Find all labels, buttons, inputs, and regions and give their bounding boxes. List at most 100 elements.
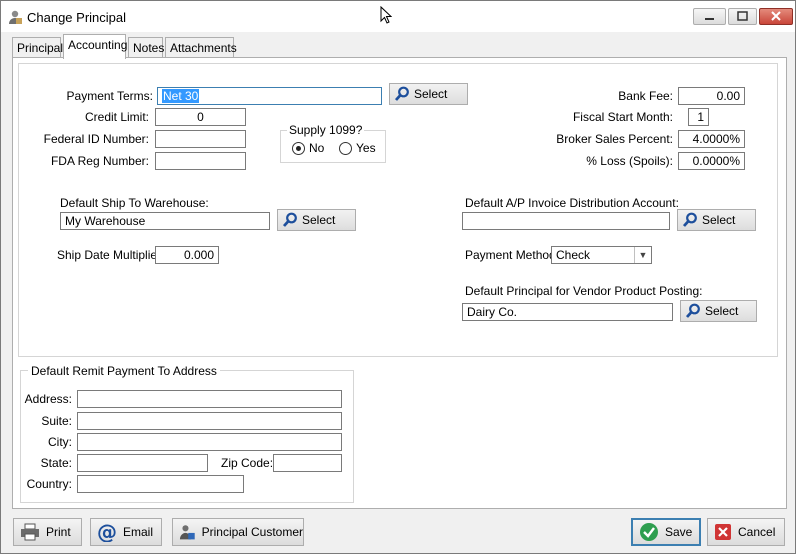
ap-account-label: Default A/P Invoice Distribution Account…: [465, 196, 679, 210]
country-field[interactable]: [77, 475, 244, 493]
vendor-principal-select-button[interactable]: Select: [680, 300, 757, 322]
magnifier-icon: [685, 303, 700, 318]
ship-warehouse-select-label: Select: [302, 213, 336, 227]
ship-warehouse-value: My Warehouse: [65, 214, 146, 228]
close-icon: [771, 11, 781, 21]
ship-multiplier-value: 0.000: [183, 248, 214, 262]
broker-sales-label: Broker Sales Percent:: [556, 132, 673, 146]
vendor-principal-label: Default Principal for Vendor Product Pos…: [465, 284, 703, 298]
mouse-cursor-icon: [380, 6, 392, 24]
principal-customer-button[interactable]: Principal Customer: [172, 518, 304, 546]
vendor-principal-field[interactable]: Dairy Co.: [462, 303, 673, 321]
ship-multiplier-field[interactable]: 0.000: [155, 246, 219, 264]
radio-unchecked-icon: [339, 141, 352, 155]
country-label: Country:: [26, 477, 72, 491]
credit-limit-label: Credit Limit:: [84, 110, 149, 124]
email-at-icon: @: [97, 522, 117, 542]
city-label: City:: [48, 435, 72, 449]
supply-1099-no-label: No: [309, 141, 325, 155]
supply-1099-yes-radio[interactable]: Yes: [339, 141, 376, 155]
ap-account-select-button[interactable]: Select: [677, 209, 756, 231]
payment-terms-select-label: Select: [414, 87, 448, 101]
tab-principal[interactable]: Principal: [12, 37, 64, 57]
city-field[interactable]: [77, 433, 342, 451]
payment-terms-value: Net 30: [162, 89, 200, 103]
magnifier-icon: [282, 212, 297, 227]
cancel-button[interactable]: Cancel: [707, 518, 785, 546]
title-bar: Change Principal: [1, 1, 795, 32]
chevron-down-icon: ▼: [634, 247, 651, 263]
minimize-icon: [705, 18, 714, 20]
ship-warehouse-field[interactable]: My Warehouse: [60, 212, 270, 230]
radio-checked-icon: [292, 141, 305, 155]
supply-1099-yes-label: Yes: [356, 141, 376, 155]
ship-warehouse-label: Default Ship To Warehouse:: [60, 196, 209, 210]
accounting-panel: Payment Terms: Net 30 Select Credit Limi…: [12, 57, 787, 509]
principal-user-icon: [9, 10, 22, 24]
tab-attachments-label: Attachments: [170, 41, 237, 55]
federal-id-field[interactable]: [155, 130, 246, 148]
close-button[interactable]: [759, 8, 793, 25]
address-label: Address:: [24, 392, 72, 406]
state-field[interactable]: [77, 454, 208, 472]
window-title: Change Principal: [27, 10, 127, 25]
payment-terms-label: Payment Terms:: [66, 89, 153, 103]
print-button[interactable]: Print: [13, 518, 82, 546]
fda-reg-field[interactable]: [155, 152, 246, 170]
state-label: State:: [40, 456, 72, 470]
loss-spoils-label: % Loss (Spoils):: [586, 154, 673, 168]
zip-code-field[interactable]: [273, 454, 342, 472]
tab-principal-label: Principal: [17, 41, 64, 55]
federal-id-label: Federal ID Number:: [43, 132, 149, 146]
ship-multiplier-label: Ship Date Multiplier:: [57, 248, 165, 262]
printer-icon: [21, 523, 39, 541]
email-button[interactable]: @ Email: [90, 518, 162, 546]
credit-limit-field[interactable]: 0: [155, 108, 246, 126]
payment-terms-field[interactable]: Net 30: [157, 87, 382, 105]
fiscal-start-label: Fiscal Start Month:: [572, 110, 673, 124]
cancel-x-icon: [715, 524, 731, 540]
check-circle-icon: [640, 523, 658, 541]
tab-attachments[interactable]: Attachments: [165, 37, 237, 57]
save-button[interactable]: Save: [631, 518, 701, 546]
maximize-button[interactable]: [728, 8, 757, 25]
fiscal-start-value: 1: [697, 110, 704, 124]
loss-spoils-value: 0.0000%: [692, 154, 740, 168]
broker-sales-value: 4.0000%: [692, 132, 740, 146]
zip-code-label: Zip Code:: [221, 456, 274, 470]
payment-terms-select-button[interactable]: Select: [389, 83, 468, 105]
remit-address-legend: Default Remit Payment To Address: [28, 364, 220, 378]
payment-method-label: Payment Method:: [465, 248, 560, 262]
cancel-label: Cancel: [738, 525, 776, 539]
bank-fee-value: 0.00: [716, 89, 740, 103]
save-label: Save: [665, 525, 693, 539]
suite-field[interactable]: [77, 412, 342, 430]
supply-1099-no-radio[interactable]: No: [292, 141, 324, 155]
tab-accounting[interactable]: Accounting: [63, 34, 128, 59]
svg-text:@: @: [97, 522, 117, 542]
supply-1099-label: Supply 1099?: [287, 123, 365, 137]
payment-method-dropdown[interactable]: Check ▼: [551, 246, 652, 264]
fiscal-start-field[interactable]: 1: [688, 108, 709, 126]
ap-account-field[interactable]: [462, 212, 670, 230]
vendor-principal-value: Dairy Co.: [467, 305, 518, 319]
ship-warehouse-select-button[interactable]: Select: [277, 209, 356, 231]
magnifier-icon: [394, 86, 409, 101]
suite-label: Suite:: [41, 414, 72, 428]
minimize-button[interactable]: [693, 8, 726, 25]
loss-spoils-field[interactable]: 0.0000%: [678, 152, 745, 170]
maximize-icon: [737, 11, 748, 21]
fda-reg-label: FDA Reg Number:: [50, 154, 149, 168]
tab-notes[interactable]: Notes: [128, 37, 164, 57]
principal-customer-label: Principal Customer: [201, 525, 303, 539]
bank-fee-label: Bank Fee:: [618, 89, 673, 103]
vendor-principal-select-label: Select: [705, 304, 739, 318]
broker-sales-field[interactable]: 4.0000%: [678, 130, 745, 148]
principal-customer-icon: [179, 525, 195, 540]
magnifier-icon: [682, 212, 697, 227]
tab-accounting-label: Accounting: [68, 38, 128, 52]
bank-fee-field[interactable]: 0.00: [678, 87, 745, 105]
ap-account-select-label: Select: [702, 213, 736, 227]
change-principal-window: Change Principal Principal Accounting No…: [0, 0, 796, 554]
address-field[interactable]: [77, 390, 342, 408]
